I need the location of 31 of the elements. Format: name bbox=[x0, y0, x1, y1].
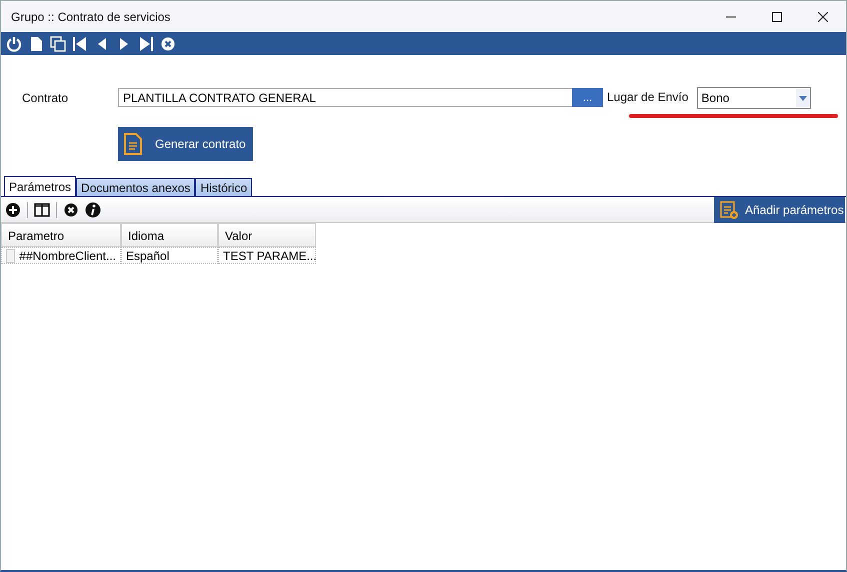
column-header[interactable]: Valor bbox=[218, 223, 316, 247]
cancel-icon[interactable] bbox=[160, 36, 176, 52]
contract-field[interactable]: PLANTILLA CONTRATO GENERAL bbox=[118, 88, 573, 107]
last-record-icon[interactable] bbox=[138, 36, 154, 52]
tab[interactable]: Histórico bbox=[195, 178, 252, 196]
column-header[interactable]: Parametro bbox=[1, 223, 121, 247]
first-record-icon[interactable] bbox=[72, 36, 88, 52]
columns-icon[interactable] bbox=[34, 202, 50, 218]
browse-button[interactable]: ... bbox=[572, 88, 603, 107]
field-label: Lugar de Envío bbox=[607, 89, 688, 104]
dropdown-field[interactable]: Bono bbox=[697, 87, 812, 109]
info-icon[interactable] bbox=[85, 202, 101, 218]
column-header[interactable]: Idioma bbox=[121, 223, 218, 247]
table-cell: Español bbox=[121, 247, 218, 264]
maximize-icon bbox=[772, 12, 782, 22]
add-icon[interactable] bbox=[5, 202, 21, 218]
new-document-icon[interactable] bbox=[28, 36, 44, 52]
generate-contract-button[interactable]: Generar contrato bbox=[118, 127, 253, 161]
add-list-icon bbox=[719, 200, 739, 220]
tab[interactable]: Parámetros bbox=[4, 176, 76, 196]
power-icon[interactable] bbox=[6, 36, 22, 52]
window-title: Grupo :: Contrato de servicios bbox=[11, 10, 172, 24]
close-icon bbox=[818, 12, 828, 22]
tab[interactable]: Documentos anexos bbox=[76, 178, 196, 196]
copy-icon[interactable] bbox=[50, 36, 66, 52]
table-cell: ##NombreClient... bbox=[19, 249, 116, 262]
field-label: Contrato bbox=[22, 90, 70, 107]
add-parameters-button[interactable]: Añadir parámetros bbox=[714, 196, 845, 222]
document-icon bbox=[123, 132, 143, 156]
delete-icon[interactable] bbox=[63, 202, 79, 218]
table-cell: TEST PARAME... bbox=[218, 247, 316, 264]
